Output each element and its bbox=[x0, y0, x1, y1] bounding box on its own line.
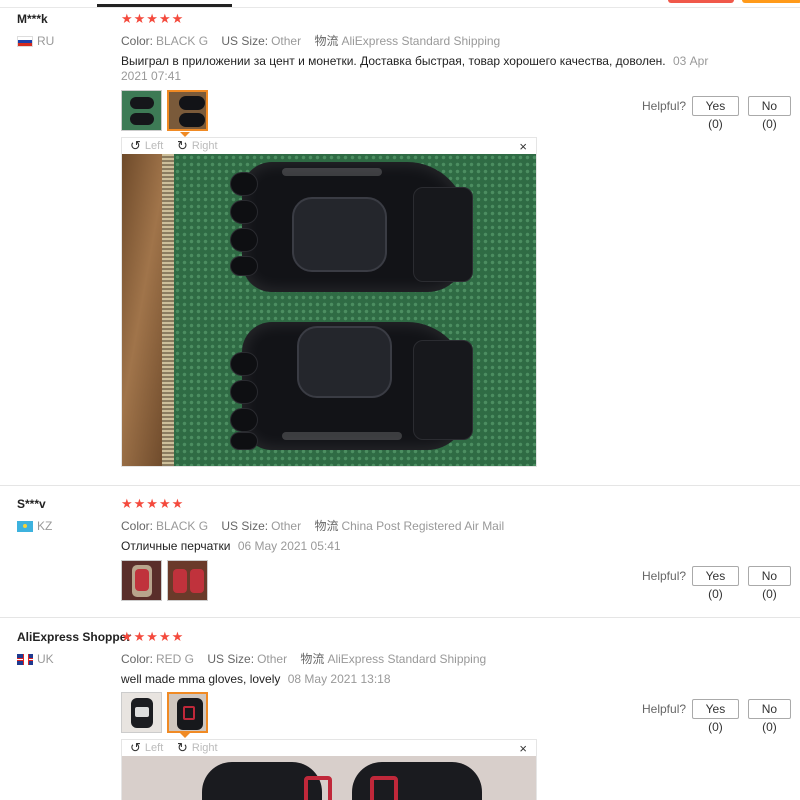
review-photo-thumb-selected[interactable] bbox=[167, 90, 208, 131]
flag-uk-icon bbox=[17, 653, 33, 665]
reviewer-name: M***k bbox=[17, 12, 48, 26]
review-date: 08 May 2021 13:18 bbox=[287, 672, 391, 686]
review-body: well made mma gloves, lovely bbox=[121, 672, 281, 686]
review-photos bbox=[121, 692, 208, 733]
helpful-yes-button[interactable]: Yes (0) bbox=[692, 96, 739, 131]
review-body: Отличные перчатки bbox=[121, 539, 231, 553]
helpful-votes: Helpful? Yes (0) No (0) bbox=[642, 566, 800, 601]
shipping-value: AliExpress Standard Shipping bbox=[341, 34, 501, 48]
review-photo-thumb-selected[interactable] bbox=[167, 692, 208, 733]
shipping-value: AliExpress Standard Shipping bbox=[327, 652, 487, 666]
reviewer-name: S***v bbox=[17, 497, 46, 511]
helpful-yes-button[interactable]: Yes (0) bbox=[692, 566, 739, 601]
rotate-left-label: Left bbox=[144, 139, 164, 152]
flag-kz-icon bbox=[17, 520, 33, 532]
helpful-label: Helpful? bbox=[642, 702, 687, 716]
rotate-right-button[interactable]: ↻ Right bbox=[177, 139, 218, 152]
buy-now-button-edge[interactable] bbox=[742, 0, 800, 3]
rotate-right-label: Right bbox=[191, 139, 218, 152]
glove-image bbox=[230, 322, 473, 450]
review-item: AliExpress Shopper UK ★★★★★ Color: RED G … bbox=[0, 630, 800, 800]
country-code: UK bbox=[37, 652, 54, 666]
photo-viewer-toolbar: ↺ Left ↻ Right × bbox=[122, 740, 536, 756]
size-value: Other bbox=[271, 519, 302, 533]
order-info: Color: BLACK G US Size: Other 物流 China Post… bbox=[121, 517, 514, 534]
color-value: BLACK G bbox=[156, 519, 209, 533]
photo-viewer: ↺ Left ↻ Right × bbox=[121, 739, 537, 800]
reviewer-country: KZ bbox=[17, 519, 52, 533]
review-item: M***k RU ★★★★★ Color: BLACK G US Size: Oth… bbox=[0, 12, 800, 482]
review-photo-large bbox=[122, 756, 536, 800]
country-code: KZ bbox=[37, 519, 53, 533]
active-tab-indicator bbox=[97, 4, 232, 7]
helpful-label: Helpful? bbox=[642, 569, 687, 583]
shipping-value: China Post Registered Air Mail bbox=[341, 519, 505, 533]
rotate-left-icon: ↺ bbox=[130, 740, 141, 755]
top-bar bbox=[0, 0, 800, 8]
flag-ru-icon bbox=[17, 35, 33, 47]
review-photos bbox=[121, 90, 208, 131]
selected-caret bbox=[180, 733, 190, 738]
review-photo-thumb[interactable] bbox=[121, 692, 162, 733]
color-value: RED G bbox=[156, 652, 195, 666]
color-value: BLACK G bbox=[156, 34, 209, 48]
divider bbox=[0, 485, 800, 486]
rotate-right-icon: ↻ bbox=[177, 138, 188, 153]
rotate-left-button[interactable]: ↺ Left bbox=[130, 139, 163, 152]
order-info: Color: BLACK G US Size: Other 物流 AliExpress… bbox=[121, 32, 510, 49]
glove-image bbox=[230, 162, 473, 292]
star-rating: ★★★★★ bbox=[121, 629, 185, 644]
review-item: S***v KZ ★★★★★ Color: BLACK G US Size: Oth… bbox=[0, 497, 800, 607]
review-text: Выиграл в приложении за цент и монетки. … bbox=[121, 54, 711, 84]
rotate-right-button[interactable]: ↻ Right bbox=[177, 741, 218, 754]
size-label: US Size: bbox=[207, 652, 255, 666]
shipping-label: 物流 bbox=[300, 652, 325, 666]
size-value: Other bbox=[271, 34, 302, 48]
close-icon[interactable]: × bbox=[519, 139, 527, 154]
close-icon[interactable]: × bbox=[519, 741, 527, 756]
size-label: US Size: bbox=[221, 519, 269, 533]
helpful-votes: Helpful? Yes (0) No (0) bbox=[642, 699, 800, 734]
review-photo-thumb[interactable] bbox=[121, 560, 162, 601]
review-photo-thumb[interactable] bbox=[167, 560, 208, 601]
review-date: 06 May 2021 05:41 bbox=[237, 539, 341, 553]
helpful-no-button[interactable]: No (0) bbox=[747, 699, 791, 734]
helpful-votes: Helpful? Yes (0) No (0) bbox=[642, 96, 800, 131]
color-label: Color: bbox=[121, 652, 154, 666]
review-photo-thumb[interactable] bbox=[121, 90, 162, 131]
color-label: Color: bbox=[121, 34, 154, 48]
review-body: Выиграл в приложении за цент и монетки. … bbox=[121, 54, 666, 68]
shipping-label: 物流 bbox=[314, 34, 339, 48]
helpful-label: Helpful? bbox=[642, 99, 687, 113]
add-to-cart-button-edge[interactable] bbox=[668, 0, 734, 3]
photo-viewer-toolbar: ↺ Left ↻ Right × bbox=[122, 138, 536, 154]
shipping-label: 物流 bbox=[314, 519, 339, 533]
review-photos bbox=[121, 560, 208, 601]
reviewer-country: UK bbox=[17, 652, 54, 666]
star-rating: ★★★★★ bbox=[121, 11, 185, 26]
photo-viewer: ↺ Left ↻ Right × bbox=[121, 137, 537, 467]
size-value: Other bbox=[257, 652, 288, 666]
divider bbox=[0, 617, 800, 618]
country-code: RU bbox=[37, 34, 55, 48]
rotate-right-icon: ↻ bbox=[177, 740, 188, 755]
review-photo-large bbox=[122, 154, 536, 466]
star-rating: ★★★★★ bbox=[121, 496, 185, 511]
size-label: US Size: bbox=[221, 34, 269, 48]
helpful-no-button[interactable]: No (0) bbox=[747, 566, 791, 601]
rotate-left-icon: ↺ bbox=[130, 138, 141, 153]
helpful-yes-button[interactable]: Yes (0) bbox=[692, 699, 739, 734]
review-text: Отличные перчатки 06 May 2021 05:41 bbox=[121, 539, 721, 554]
rotate-left-button[interactable]: ↺ Left bbox=[130, 741, 163, 754]
review-text: well made mma gloves, lovely 08 May 2021… bbox=[121, 672, 721, 687]
rotate-right-label: Right bbox=[191, 741, 218, 754]
color-label: Color: bbox=[121, 519, 154, 533]
helpful-no-button[interactable]: No (0) bbox=[747, 96, 791, 131]
reviewer-name: AliExpress Shopper bbox=[17, 630, 132, 644]
order-info: Color: RED G US Size: Other 物流 AliExpress S… bbox=[121, 650, 496, 667]
rotate-left-label: Left bbox=[144, 741, 164, 754]
reviewer-country: RU bbox=[17, 34, 54, 48]
